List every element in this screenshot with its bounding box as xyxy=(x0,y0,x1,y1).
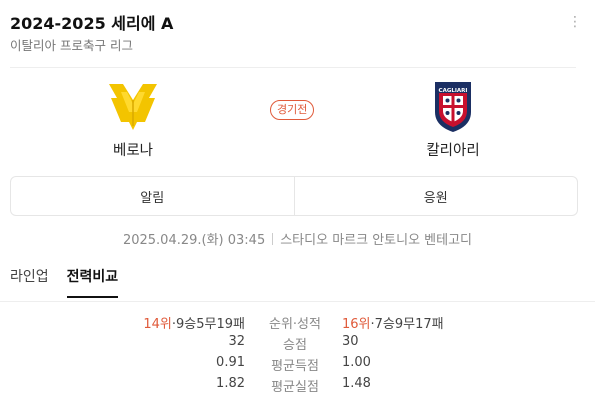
match-datetime: 2025.04.29.(화) 03:45 xyxy=(122,233,266,248)
action-bar: 알림 응원 xyxy=(10,176,578,216)
match-status-badge: 경기전 xyxy=(270,100,315,120)
stat-label: 순위·성적 xyxy=(269,317,321,332)
away-avg-conceded: 1.48 xyxy=(342,376,371,391)
away-rank-record: 16위·7승9무17패 xyxy=(342,313,444,332)
tab-comparison[interactable]: 전력비교 xyxy=(66,266,119,298)
tab-lineup[interactable]: 라인업 xyxy=(10,266,49,298)
stat-row-avg-conceded: 1.82 평균실점 1.48 xyxy=(0,376,595,397)
alarm-button[interactable]: 알림 xyxy=(11,177,294,215)
tab-bar: 라인업 전력비교 xyxy=(10,266,119,298)
page-subtitle: 이탈리아 프로축구 리그 xyxy=(10,38,133,53)
match-venue[interactable]: 스타디오 마르크 안토니오 벤테고디 xyxy=(280,233,472,248)
info-separator xyxy=(272,233,274,245)
away-team-name[interactable]: 칼리아리 xyxy=(393,139,513,160)
home-avg-conceded: 1.82 xyxy=(216,376,245,391)
tab-divider xyxy=(0,301,595,302)
match-info: 2025.04.29.(화) 03:45 스타디오 마르크 안토니오 벤테고디 xyxy=(0,229,595,248)
verona-crest-icon[interactable] xyxy=(105,78,161,134)
header-divider xyxy=(10,67,576,68)
stat-label: 승점 xyxy=(283,338,307,353)
page-title: 2024-2025 세리에 A xyxy=(10,14,174,33)
away-record: ·7승9무17패 xyxy=(370,317,444,332)
home-record: ·9승5무19패 xyxy=(171,317,245,332)
cagliari-logo-text: CAGLIARI xyxy=(439,88,468,94)
cheer-button[interactable]: 응원 xyxy=(293,177,578,215)
stat-label: 평균득점 xyxy=(271,359,319,374)
more-options-icon[interactable]: ⋮ xyxy=(568,14,582,30)
cagliari-crest-icon[interactable]: CAGLIARI xyxy=(425,78,481,134)
away-rank: 16위 xyxy=(342,317,371,332)
away-avg-goals: 1.00 xyxy=(342,355,371,370)
home-team-name[interactable]: 베로나 xyxy=(73,139,193,160)
stat-row-points: 32 승점 30 xyxy=(0,334,595,355)
home-avg-goals: 0.91 xyxy=(216,355,245,370)
stats-table: 14위·9승5무19패 순위·성적 16위·7승9무17패 32 승점 30 0… xyxy=(0,313,595,397)
home-rank: 14위 xyxy=(143,317,172,332)
stat-row-rank: 14위·9승5무19패 순위·성적 16위·7승9무17패 xyxy=(0,313,595,334)
home-points: 32 xyxy=(228,334,245,349)
stat-row-avg-goals: 0.91 평균득점 1.00 xyxy=(0,355,595,376)
away-points: 30 xyxy=(342,334,359,349)
stat-label: 평균실점 xyxy=(271,380,319,395)
home-rank-record: 14위·9승5무19패 xyxy=(143,313,245,332)
